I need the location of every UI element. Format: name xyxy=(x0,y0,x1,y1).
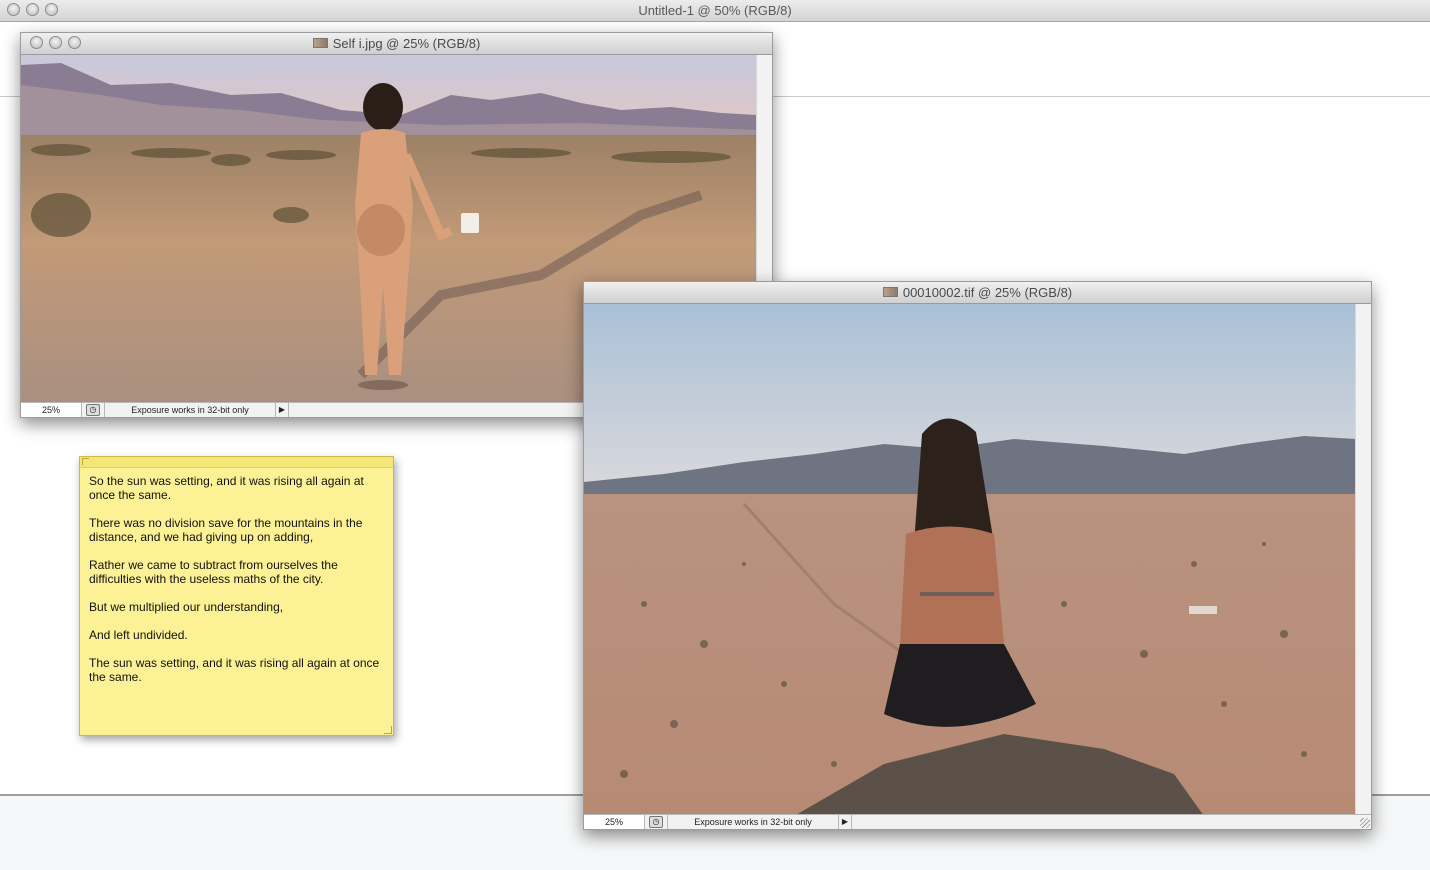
sticky-paragraph: Rather we came to subtract from ourselve… xyxy=(89,558,338,586)
doc-titlebar-tif[interactable]: 00010002.tif @ 25% (RGB/8) xyxy=(584,282,1371,304)
sticky-note-text[interactable]: So the sun was setting, and it was risin… xyxy=(80,468,393,704)
vertical-scrollbar[interactable] xyxy=(1355,304,1371,816)
sticky-collapse-icon[interactable] xyxy=(82,458,89,465)
jpg-file-icon xyxy=(312,38,328,48)
status-menu-arrow-icon[interactable]: ▶ xyxy=(839,815,852,829)
sticky-paragraph: And left undivided. xyxy=(89,628,188,642)
status-message: Exposure works in 32-bit only xyxy=(104,403,276,417)
sticky-resize-icon[interactable] xyxy=(384,726,392,734)
minimize-button[interactable] xyxy=(26,3,39,16)
photo-tif-desert[interactable] xyxy=(584,304,1356,816)
zoom-button[interactable] xyxy=(68,36,81,49)
sticky-note-header[interactable] xyxy=(80,457,393,468)
status-info-icon[interactable]: ◷ xyxy=(649,816,663,828)
doc-title-self: Self i.jpg @ 25% (RGB/8) xyxy=(332,36,481,51)
sticky-paragraph: The sun was setting, and it was rising a… xyxy=(89,656,380,684)
status-bar-tif: 25% ◷ Exposure works in 32-bit only ▶ xyxy=(584,814,1371,829)
doc-window-controls xyxy=(30,36,81,49)
resize-grip-icon[interactable] xyxy=(1360,818,1370,828)
doc-title-tif: 00010002.tif @ 25% (RGB/8) xyxy=(902,285,1073,300)
close-button[interactable] xyxy=(30,36,43,49)
window-controls xyxy=(7,3,58,16)
sticky-note[interactable]: So the sun was setting, and it was risin… xyxy=(79,456,394,736)
zoom-level-field[interactable]: 25% xyxy=(584,815,645,829)
document-window-tif[interactable]: 00010002.tif @ 25% (RGB/8) 25% ◷ Exposur… xyxy=(583,281,1372,830)
zoom-level-field[interactable]: 25% xyxy=(21,403,82,417)
main-window-title: Untitled-1 @ 50% (RGB/8) xyxy=(638,3,792,18)
sticky-paragraph: There was no division save for the mount… xyxy=(89,516,363,544)
status-message: Exposure works in 32-bit only xyxy=(667,815,839,829)
desert-sitting-figure-image xyxy=(584,304,1356,816)
tif-file-icon xyxy=(882,287,898,297)
main-window-titlebar[interactable]: Untitled-1 @ 50% (RGB/8) xyxy=(0,0,1430,22)
close-button[interactable] xyxy=(7,3,20,16)
zoom-button[interactable] xyxy=(45,3,58,16)
doc-titlebar-self[interactable]: Self i.jpg @ 25% (RGB/8) xyxy=(21,33,772,55)
sticky-paragraph: So the sun was setting, and it was risin… xyxy=(89,474,364,502)
sticky-paragraph: But we multiplied our understanding, xyxy=(89,600,284,614)
status-info-icon[interactable]: ◷ xyxy=(86,404,100,416)
minimize-button[interactable] xyxy=(49,36,62,49)
status-menu-arrow-icon[interactable]: ▶ xyxy=(276,403,289,417)
